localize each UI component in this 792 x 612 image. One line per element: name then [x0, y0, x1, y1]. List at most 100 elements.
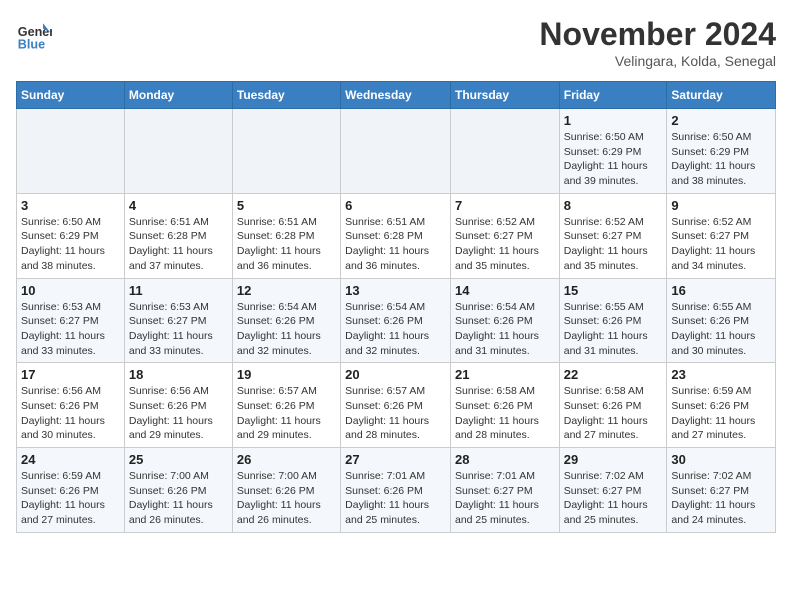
day-number: 3: [21, 198, 120, 213]
day-number: 27: [345, 452, 446, 467]
day-number: 16: [671, 283, 771, 298]
calendar-cell: 9 Sunrise: 6:52 AM Sunset: 6:27 PM Daylig…: [667, 193, 776, 278]
calendar-cell: 26 Sunrise: 7:00 AM Sunset: 6:26 PM Dayli…: [232, 448, 340, 533]
day-number: 15: [564, 283, 663, 298]
day-number: 5: [237, 198, 336, 213]
day-info: Sunrise: 7:01 AM Sunset: 6:27 PM Dayligh…: [455, 469, 555, 528]
day-info: Sunrise: 7:02 AM Sunset: 6:27 PM Dayligh…: [564, 469, 663, 528]
calendar-cell: 27 Sunrise: 7:01 AM Sunset: 6:26 PM Dayli…: [341, 448, 451, 533]
day-number: 17: [21, 367, 120, 382]
day-number: 22: [564, 367, 663, 382]
day-number: 13: [345, 283, 446, 298]
day-number: 7: [455, 198, 555, 213]
calendar-week-row: 17 Sunrise: 6:56 AM Sunset: 6:26 PM Dayli…: [17, 363, 776, 448]
weekday-header-tuesday: Tuesday: [232, 82, 340, 109]
month-title: November 2024: [539, 16, 776, 53]
calendar-cell: 7 Sunrise: 6:52 AM Sunset: 6:27 PM Daylig…: [450, 193, 559, 278]
day-info: Sunrise: 7:01 AM Sunset: 6:26 PM Dayligh…: [345, 469, 446, 528]
day-number: 29: [564, 452, 663, 467]
day-info: Sunrise: 6:52 AM Sunset: 6:27 PM Dayligh…: [455, 215, 555, 274]
location-subtitle: Velingara, Kolda, Senegal: [539, 53, 776, 69]
calendar-cell: 15 Sunrise: 6:55 AM Sunset: 6:26 PM Dayli…: [559, 278, 667, 363]
day-info: Sunrise: 6:51 AM Sunset: 6:28 PM Dayligh…: [237, 215, 336, 274]
day-info: Sunrise: 6:55 AM Sunset: 6:26 PM Dayligh…: [564, 300, 663, 359]
day-number: 19: [237, 367, 336, 382]
day-info: Sunrise: 6:51 AM Sunset: 6:28 PM Dayligh…: [345, 215, 446, 274]
calendar-cell: 2Sunrise: 6:50 AM Sunset: 6:29 PM Daylig…: [667, 109, 776, 194]
day-info: Sunrise: 6:50 AM Sunset: 6:29 PM Dayligh…: [564, 130, 663, 189]
calendar-week-row: 1 Sunrise: 6:50 AM Sunset: 6:29 PM Daylig…: [17, 109, 776, 194]
day-number: 14: [455, 283, 555, 298]
day-number: 23: [671, 367, 771, 382]
day-number: 26: [237, 452, 336, 467]
day-info: Sunrise: 6:52 AM Sunset: 6:27 PM Dayligh…: [671, 215, 771, 274]
calendar-cell: 14 Sunrise: 6:54 AM Sunset: 6:26 PM Dayli…: [450, 278, 559, 363]
day-info: Sunrise: 6:59 AM Sunset: 6:26 PM Dayligh…: [671, 384, 771, 443]
calendar-cell: [232, 109, 340, 194]
weekday-header-friday: Friday: [559, 82, 667, 109]
weekday-header-wednesday: Wednesday: [341, 82, 451, 109]
calendar-cell: 30Sunrise: 7:02 AM Sunset: 6:27 PM Dayli…: [667, 448, 776, 533]
day-info: Sunrise: 6:54 AM Sunset: 6:26 PM Dayligh…: [455, 300, 555, 359]
calendar-cell: 17Sunrise: 6:56 AM Sunset: 6:26 PM Dayli…: [17, 363, 125, 448]
calendar-cell: 28 Sunrise: 7:01 AM Sunset: 6:27 PM Dayli…: [450, 448, 559, 533]
day-info: Sunrise: 6:50 AM Sunset: 6:29 PM Dayligh…: [671, 130, 771, 189]
day-info: Sunrise: 6:54 AM Sunset: 6:26 PM Dayligh…: [237, 300, 336, 359]
day-number: 25: [129, 452, 228, 467]
day-number: 20: [345, 367, 446, 382]
header: General Blue November 2024 Velingara, Ko…: [16, 16, 776, 69]
calendar-cell: [450, 109, 559, 194]
calendar-cell: [17, 109, 125, 194]
calendar-cell: 4Sunrise: 6:51 AM Sunset: 6:28 PM Daylig…: [124, 193, 232, 278]
day-info: Sunrise: 7:00 AM Sunset: 6:26 PM Dayligh…: [129, 469, 228, 528]
day-info: Sunrise: 6:55 AM Sunset: 6:26 PM Dayligh…: [671, 300, 771, 359]
calendar-cell: 11 Sunrise: 6:53 AM Sunset: 6:27 PM Dayli…: [124, 278, 232, 363]
calendar-cell: 21Sunrise: 6:58 AM Sunset: 6:26 PM Dayli…: [450, 363, 559, 448]
calendar-cell: [341, 109, 451, 194]
day-info: Sunrise: 6:53 AM Sunset: 6:27 PM Dayligh…: [129, 300, 228, 359]
day-number: 11: [129, 283, 228, 298]
weekday-header-row: SundayMondayTuesdayWednesdayThursdayFrid…: [17, 82, 776, 109]
day-info: Sunrise: 6:57 AM Sunset: 6:26 PM Dayligh…: [345, 384, 446, 443]
calendar-cell: 23 Sunrise: 6:59 AM Sunset: 6:26 PM Dayli…: [667, 363, 776, 448]
calendar-cell: 22Sunrise: 6:58 AM Sunset: 6:26 PM Dayli…: [559, 363, 667, 448]
calendar-cell: 24Sunrise: 6:59 AM Sunset: 6:26 PM Dayli…: [17, 448, 125, 533]
day-info: Sunrise: 7:00 AM Sunset: 6:26 PM Dayligh…: [237, 469, 336, 528]
day-number: 1: [564, 113, 663, 128]
weekday-header-saturday: Saturday: [667, 82, 776, 109]
calendar-cell: 19 Sunrise: 6:57 AM Sunset: 6:26 PM Dayli…: [232, 363, 340, 448]
day-number: 18: [129, 367, 228, 382]
calendar-body: 1 Sunrise: 6:50 AM Sunset: 6:29 PM Daylig…: [17, 109, 776, 533]
calendar-week-row: 10Sunrise: 6:53 AM Sunset: 6:27 PM Dayli…: [17, 278, 776, 363]
day-info: Sunrise: 6:50 AM Sunset: 6:29 PM Dayligh…: [21, 215, 120, 274]
day-info: Sunrise: 6:56 AM Sunset: 6:26 PM Dayligh…: [129, 384, 228, 443]
day-number: 24: [21, 452, 120, 467]
day-number: 4: [129, 198, 228, 213]
calendar-cell: 12 Sunrise: 6:54 AM Sunset: 6:26 PM Dayli…: [232, 278, 340, 363]
logo: General Blue: [16, 16, 52, 52]
calendar-cell: 18 Sunrise: 6:56 AM Sunset: 6:26 PM Dayli…: [124, 363, 232, 448]
day-info: Sunrise: 6:52 AM Sunset: 6:27 PM Dayligh…: [564, 215, 663, 274]
weekday-header-thursday: Thursday: [450, 82, 559, 109]
calendar-cell: 20 Sunrise: 6:57 AM Sunset: 6:26 PM Dayli…: [341, 363, 451, 448]
calendar-cell: 6 Sunrise: 6:51 AM Sunset: 6:28 PM Daylig…: [341, 193, 451, 278]
weekday-header-monday: Monday: [124, 82, 232, 109]
day-number: 28: [455, 452, 555, 467]
calendar-cell: 25 Sunrise: 7:00 AM Sunset: 6:26 PM Dayli…: [124, 448, 232, 533]
title-area: November 2024 Velingara, Kolda, Senegal: [539, 16, 776, 69]
day-info: Sunrise: 6:53 AM Sunset: 6:27 PM Dayligh…: [21, 300, 120, 359]
day-info: Sunrise: 6:54 AM Sunset: 6:26 PM Dayligh…: [345, 300, 446, 359]
day-info: Sunrise: 6:57 AM Sunset: 6:26 PM Dayligh…: [237, 384, 336, 443]
day-number: 9: [671, 198, 771, 213]
calendar-cell: 3 Sunrise: 6:50 AM Sunset: 6:29 PM Daylig…: [17, 193, 125, 278]
calendar-cell: [124, 109, 232, 194]
day-number: 21: [455, 367, 555, 382]
day-info: Sunrise: 7:02 AM Sunset: 6:27 PM Dayligh…: [671, 469, 771, 528]
day-number: 12: [237, 283, 336, 298]
calendar-cell: 5 Sunrise: 6:51 AM Sunset: 6:28 PM Daylig…: [232, 193, 340, 278]
calendar-cell: 8Sunrise: 6:52 AM Sunset: 6:27 PM Daylig…: [559, 193, 667, 278]
calendar-cell: 13 Sunrise: 6:54 AM Sunset: 6:26 PM Dayli…: [341, 278, 451, 363]
calendar-cell: 29 Sunrise: 7:02 AM Sunset: 6:27 PM Dayli…: [559, 448, 667, 533]
day-number: 6: [345, 198, 446, 213]
calendar-week-row: 24Sunrise: 6:59 AM Sunset: 6:26 PM Dayli…: [17, 448, 776, 533]
